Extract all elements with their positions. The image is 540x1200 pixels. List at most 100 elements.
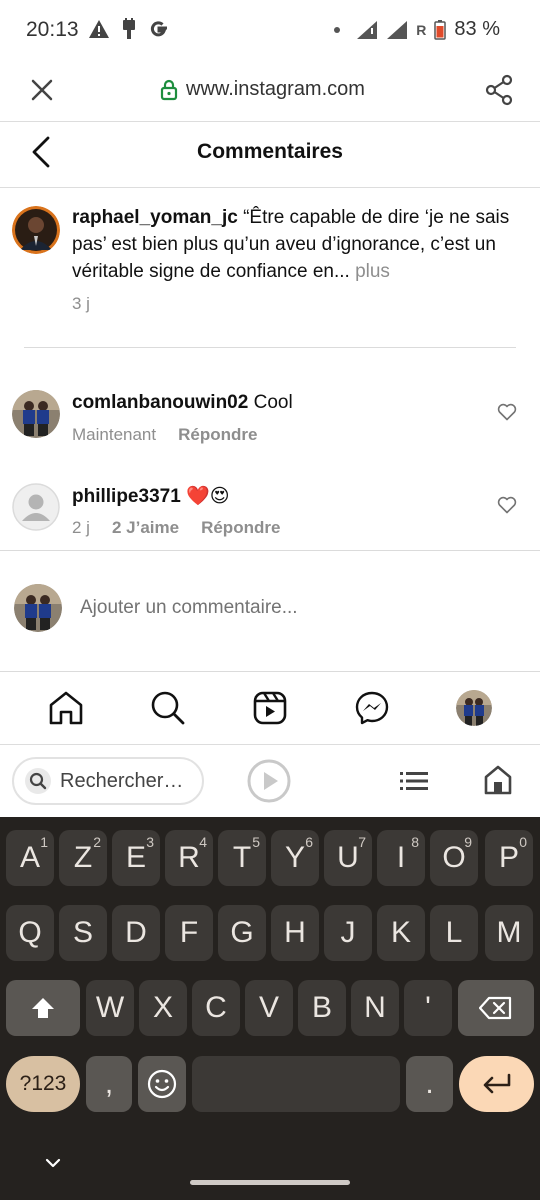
back-arrow-icon[interactable] (26, 134, 58, 170)
comment-username[interactable]: phillipe3371 (72, 486, 181, 507)
key-l[interactable]: L (430, 905, 478, 961)
comment-meta: Maintenant Répondre (72, 425, 257, 445)
close-icon[interactable] (28, 76, 56, 104)
divider (0, 550, 540, 551)
signal-icon (357, 20, 378, 39)
page-title: Commentaires (197, 140, 343, 163)
dot-icon (334, 26, 341, 33)
comment-username[interactable]: comlanbanouwin02 (72, 392, 248, 413)
list-icon[interactable] (400, 769, 428, 793)
period-key[interactable]: . (406, 1056, 453, 1112)
warning-icon (89, 20, 109, 38)
key-w[interactable]: W (86, 980, 134, 1036)
caption-text: raphael_yoman_jc “Être capable de dire ‘… (72, 204, 538, 285)
comment-text: comlanbanouwin02 Cool (72, 392, 293, 414)
key-n[interactable]: N (351, 980, 399, 1036)
share-icon[interactable] (484, 74, 514, 106)
key-y[interactable]: Y6 (271, 830, 319, 886)
key-f[interactable]: F (165, 905, 213, 961)
avatar[interactable] (12, 390, 60, 438)
comment-body: ❤️😍 (180, 486, 230, 507)
search-icon (25, 768, 51, 794)
status-left-icons (88, 18, 170, 40)
key-apostrophe[interactable]: ' (404, 980, 452, 1036)
chevron-down-icon[interactable] (44, 1157, 62, 1169)
key-i[interactable]: I8 (377, 830, 425, 886)
home-icon[interactable] (48, 690, 84, 726)
play-icon[interactable] (247, 759, 291, 803)
comment-input[interactable] (80, 594, 510, 622)
usb-icon (123, 18, 135, 39)
signal-icon (387, 20, 408, 39)
battery-icon (434, 19, 447, 40)
bottom-nav (0, 671, 540, 745)
key-o[interactable]: O9 (430, 830, 478, 886)
space-key[interactable] (192, 1056, 400, 1112)
key-h[interactable]: H (271, 905, 319, 961)
key-m[interactable]: M (485, 905, 533, 961)
browser-url-bar: www.instagram.com (0, 60, 540, 122)
backspace-icon (479, 996, 512, 1020)
shift-icon (32, 998, 54, 1018)
url-display[interactable]: www.instagram.com (160, 78, 365, 101)
comment-meta: 2 j 2 J’aime Répondre (72, 518, 280, 538)
avatar[interactable] (12, 483, 60, 531)
lock-icon (160, 79, 178, 100)
divider (24, 347, 516, 348)
likes-count[interactable]: 2 J’aime (112, 518, 179, 538)
key-x[interactable]: X (139, 980, 187, 1036)
heart-icon[interactable] (497, 496, 517, 514)
comment-text: phillipe3371 ❤️😍 (72, 484, 230, 508)
key-c[interactable]: C (192, 980, 240, 1036)
enter-icon (483, 1073, 510, 1094)
messenger-icon[interactable] (354, 690, 390, 726)
profile-avatar[interactable] (456, 690, 492, 726)
home-outline-icon[interactable] (484, 765, 512, 795)
key-t[interactable]: T5 (218, 830, 266, 886)
keyboard-search-placeholder: Rechercher… (60, 769, 184, 792)
caption-username[interactable]: raphael_yoman_jc (72, 207, 238, 228)
enter-key[interactable] (459, 1056, 534, 1112)
reels-icon[interactable] (252, 690, 288, 726)
status-right-icons: R 83 % (334, 18, 500, 41)
key-e[interactable]: E3 (112, 830, 160, 886)
status-time: 20:13 (26, 18, 79, 41)
emoji-key[interactable] (138, 1056, 186, 1112)
roaming-indicator: R (416, 21, 427, 38)
key-u[interactable]: U7 (324, 830, 372, 886)
key-d[interactable]: D (112, 905, 160, 961)
status-bar: 20:13 R 83 % (0, 0, 540, 60)
heart-icon[interactable] (497, 403, 517, 421)
shift-key[interactable] (6, 980, 80, 1036)
key-z[interactable]: Z2 (59, 830, 107, 886)
symbols-key[interactable]: ?123 (6, 1056, 80, 1112)
key-a[interactable]: A1 (6, 830, 54, 886)
caption-more-link[interactable]: plus (350, 261, 390, 282)
backspace-key[interactable] (458, 980, 534, 1036)
emoji-icon (147, 1069, 177, 1099)
key-p[interactable]: P0 (485, 830, 533, 886)
caption-timestamp: 3 j (72, 294, 90, 313)
comments-header: Commentaires (0, 122, 540, 188)
key-r[interactable]: R4 (165, 830, 213, 886)
gesture-bar[interactable] (190, 1180, 350, 1185)
key-s[interactable]: S (59, 905, 107, 961)
key-v[interactable]: V (245, 980, 293, 1036)
search-icon[interactable] (150, 690, 186, 726)
battery-percent: 83 % (454, 18, 500, 40)
reply-button[interactable]: Répondre (201, 518, 280, 538)
reply-button[interactable]: Répondre (178, 425, 257, 445)
key-g[interactable]: G (218, 905, 266, 961)
key-q[interactable]: Q (6, 905, 54, 961)
key-k[interactable]: K (377, 905, 425, 961)
comment-timestamp: Maintenant (72, 425, 157, 444)
key-j[interactable]: J (324, 905, 372, 961)
url-text: www.instagram.com (186, 78, 365, 100)
comment-timestamp: 2 j (72, 518, 90, 537)
key-b[interactable]: B (298, 980, 346, 1036)
keyboard: A1 Z2 E3 R4 T5 Y6 U7 I8 O9 P0 Q S D F G … (0, 817, 540, 1200)
avatar[interactable] (12, 206, 60, 254)
comma-key[interactable]: , (86, 1056, 132, 1112)
keyboard-search-field[interactable]: Rechercher… (12, 757, 204, 805)
avatar (14, 584, 62, 632)
